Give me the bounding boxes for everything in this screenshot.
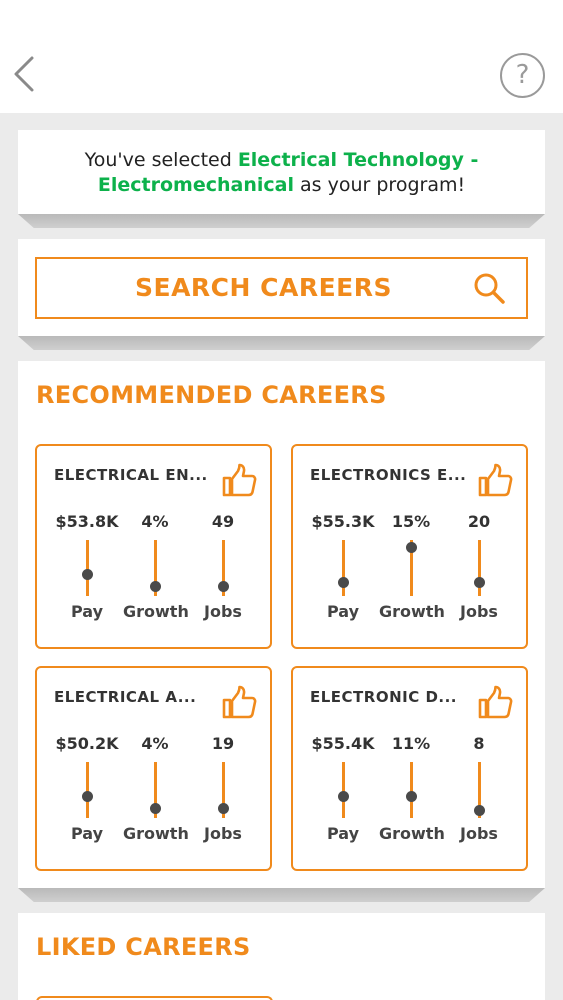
- metric-level-dot: [149, 581, 161, 592]
- card-divider: [18, 214, 545, 228]
- search-card: SEARCH CAREERS: [18, 239, 545, 336]
- metric-level-dot: [217, 803, 229, 814]
- career-tile-2[interactable]: ELECTRONICS E... $55.3K Pay 15% Growth 20 Job…: [291, 444, 528, 649]
- metric-value: 4%: [141, 512, 169, 531]
- metric-level-dot: [217, 581, 229, 592]
- metric-bar: [217, 540, 229, 596]
- metric-growth: 4% Growth: [123, 512, 189, 621]
- metric-level-dot: [149, 803, 161, 814]
- metric-label: Pay: [326, 602, 360, 621]
- metric-value: 15%: [391, 512, 431, 531]
- metric-level-dot: [405, 791, 417, 802]
- metric-bar: [405, 540, 417, 596]
- metric-jobs: 8 Jobs: [447, 734, 511, 843]
- metric-value: 8: [473, 734, 485, 753]
- career-tile-1[interactable]: ELECTRICAL EN... $53.8K Pay 4% Growth 49 Jobs: [35, 444, 272, 649]
- metric-growth: 4% Growth: [123, 734, 189, 843]
- metric-pay: $55.4K Pay: [311, 734, 375, 843]
- metric-jobs: 19 Jobs: [191, 734, 255, 843]
- metric-pay: $55.3K Pay: [311, 512, 375, 621]
- career-name: ELECTRONICS E...: [310, 466, 467, 484]
- metric-pay: $53.8K Pay: [55, 512, 119, 621]
- metric-label: Jobs: [460, 602, 498, 621]
- program-message: You've selected Electrical Technology - …: [18, 148, 545, 198]
- metric-level-dot: [473, 577, 485, 588]
- metric-value: $53.8K: [55, 512, 119, 531]
- metric-value: 20: [467, 512, 491, 531]
- metric-level-dot: [81, 791, 93, 802]
- metric-bar: [473, 762, 485, 818]
- metric-value: 19: [211, 734, 235, 753]
- help-button[interactable]: ?: [500, 53, 545, 98]
- career-name: ELECTRICAL A...: [54, 688, 197, 706]
- card-divider: [18, 336, 545, 350]
- metric-bar: [473, 540, 485, 596]
- metric-value: 11%: [391, 734, 431, 753]
- metric-jobs: 49 Jobs: [191, 512, 255, 621]
- search-icon: [474, 273, 505, 304]
- metric-label: Pay: [70, 602, 104, 621]
- thumbs-up-icon[interactable]: [477, 462, 513, 498]
- metric-bar: [337, 540, 349, 596]
- program-suffix: as your program!: [293, 174, 466, 196]
- metric-label: Jobs: [204, 824, 242, 843]
- metric-value: $55.3K: [311, 512, 375, 531]
- recommended-careers-card: RECOMMENDED CAREERS ELECTRICAL EN... $53…: [18, 361, 545, 888]
- metric-bar: [81, 762, 93, 818]
- thumbs-up-icon[interactable]: [477, 684, 513, 720]
- metric-level-dot: [337, 791, 349, 802]
- program-name-line2: Electromechanical: [97, 174, 294, 196]
- metric-bar: [337, 762, 349, 818]
- metric-bar: [149, 540, 161, 596]
- metric-bar: [149, 762, 161, 818]
- metric-growth: 15% Growth: [379, 512, 445, 621]
- metric-level-dot: [337, 577, 349, 588]
- metric-level-dot: [473, 805, 485, 816]
- question-circle-icon: ?: [515, 60, 530, 90]
- metric-label: Jobs: [204, 602, 242, 621]
- metric-bar: [81, 540, 93, 596]
- career-name: ELECTRONIC D...: [310, 688, 458, 706]
- metric-jobs: 20 Jobs: [447, 512, 511, 621]
- chevron-left-icon: [14, 56, 34, 92]
- search-careers-label: SEARCH CAREERS: [134, 273, 392, 302]
- program-card: You've selected Electrical Technology - …: [18, 130, 545, 214]
- metric-bar: [405, 762, 417, 818]
- metric-label: Pay: [70, 824, 104, 843]
- liked-career-tile[interactable]: [36, 996, 273, 1000]
- program-prefix: You've selected: [84, 149, 238, 171]
- card-divider: [18, 888, 545, 902]
- metric-value: 4%: [141, 734, 169, 753]
- metric-label: Growth: [123, 824, 189, 843]
- metric-level-dot: [405, 542, 417, 553]
- search-careers-button[interactable]: SEARCH CAREERS: [35, 257, 528, 319]
- main-content[interactable]: You've selected Electrical Technology - …: [0, 113, 563, 1000]
- metric-label: Growth: [379, 824, 445, 843]
- metric-label: Growth: [379, 602, 445, 621]
- career-tile-4[interactable]: ELECTRONIC D... $55.4K Pay 11% Growth 8 Jobs: [291, 666, 528, 871]
- metric-pay: $50.2K Pay: [55, 734, 119, 843]
- career-name: ELECTRICAL EN...: [54, 466, 208, 484]
- recommended-careers-title: RECOMMENDED CAREERS: [36, 381, 387, 409]
- metric-growth: 11% Growth: [379, 734, 445, 843]
- liked-careers-card: LIKED CAREERS: [18, 913, 545, 1000]
- liked-careers-title: LIKED CAREERS: [36, 933, 251, 961]
- metric-label: Pay: [326, 824, 360, 843]
- thumbs-up-icon[interactable]: [221, 684, 257, 720]
- thumbs-up-icon[interactable]: [221, 462, 257, 498]
- metric-value: $55.4K: [311, 734, 375, 753]
- program-name-line1: Electrical Technology -: [237, 149, 479, 171]
- metric-bar: [217, 762, 229, 818]
- career-tile-3[interactable]: ELECTRICAL A... $50.2K Pay 4% Growth 19 Jobs: [35, 666, 272, 871]
- metric-value: 49: [211, 512, 235, 531]
- metric-value: $50.2K: [55, 734, 119, 753]
- metric-level-dot: [81, 569, 93, 580]
- top-bar: ?: [0, 0, 563, 113]
- back-button[interactable]: [8, 52, 44, 96]
- metric-label: Jobs: [460, 824, 498, 843]
- metric-label: Growth: [123, 602, 189, 621]
